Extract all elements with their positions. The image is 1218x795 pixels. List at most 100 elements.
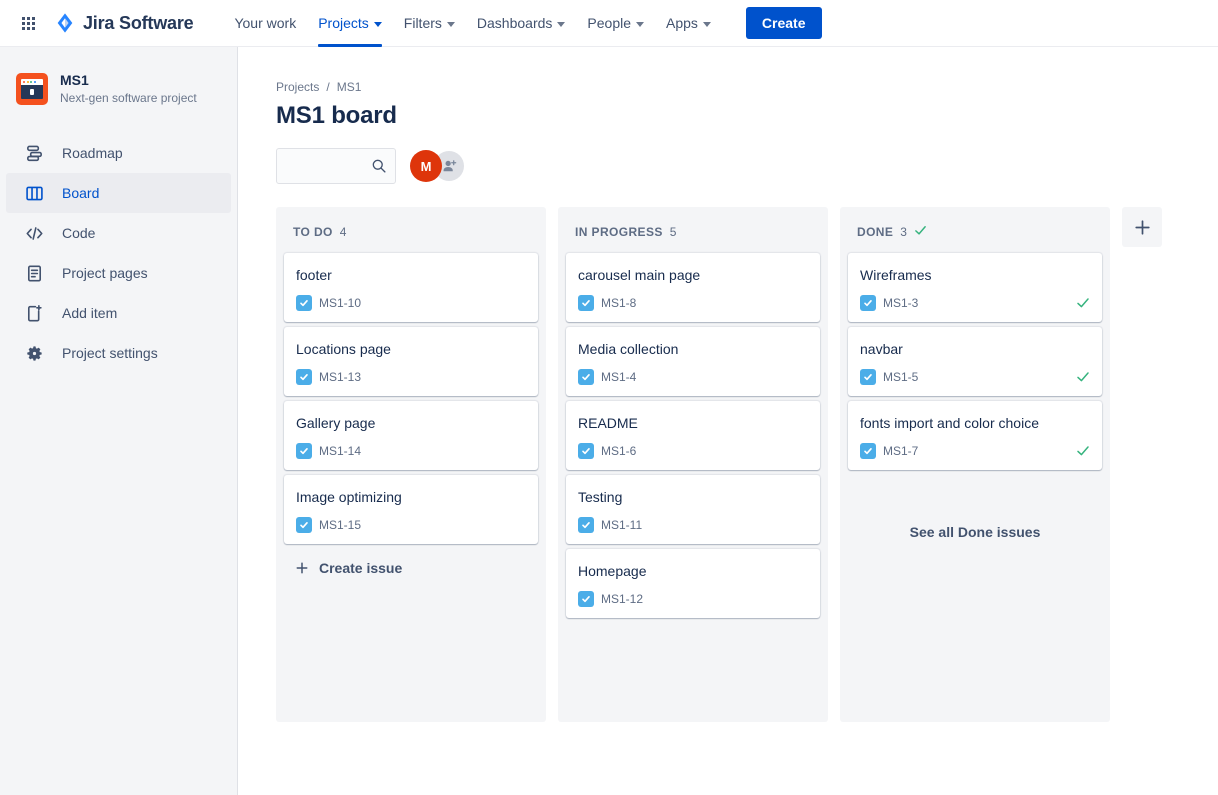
see-all-done-issues-link[interactable]: See all Done issues bbox=[848, 470, 1102, 540]
nav-item-filters[interactable]: Filters bbox=[393, 0, 466, 47]
add-item-icon bbox=[22, 301, 46, 325]
issue-title: fonts import and color choice bbox=[860, 415, 1039, 431]
issue-card-footer: MS1-7 bbox=[860, 443, 1090, 459]
breadcrumb-current-project-link[interactable]: MS1 bbox=[337, 80, 362, 94]
issue-title: README bbox=[578, 415, 638, 431]
issue-key: MS1-10 bbox=[319, 296, 362, 310]
issue-card-footer: MS1-11 bbox=[578, 517, 808, 533]
breadcrumb-projects-link[interactable]: Projects bbox=[276, 80, 319, 94]
issue-card-footer: MS1-12 bbox=[578, 591, 808, 607]
sidebar-item-add-item[interactable]: Add item bbox=[6, 293, 231, 333]
create-issue-button[interactable]: Create issue bbox=[284, 549, 538, 587]
column-cards: carousel main page MS1-8 Media collectio… bbox=[566, 253, 820, 618]
jira-brand-home-link[interactable]: Jira Software bbox=[54, 12, 194, 34]
nav-item-projects[interactable]: Projects bbox=[307, 0, 393, 47]
issue-title: Media collection bbox=[578, 341, 679, 357]
issue-title: navbar bbox=[860, 341, 903, 357]
nav-item-people[interactable]: People bbox=[576, 0, 655, 47]
issue-card[interactable]: Media collection MS1-4 bbox=[566, 327, 820, 396]
search-input[interactable] bbox=[277, 149, 395, 183]
board-icon bbox=[22, 181, 46, 205]
issue-key-group: MS1-13 bbox=[296, 369, 361, 385]
add-column-button[interactable] bbox=[1122, 207, 1162, 247]
issue-card[interactable]: carousel main page MS1-8 bbox=[566, 253, 820, 322]
sidebar-item-label: Project settings bbox=[62, 345, 158, 361]
issue-card[interactable]: fonts import and color choice MS1-7 bbox=[848, 401, 1102, 470]
issue-card[interactable]: Homepage MS1-12 bbox=[566, 549, 820, 618]
column-name: TO DO bbox=[293, 225, 333, 239]
issue-key-group: MS1-7 bbox=[860, 443, 918, 459]
task-icon bbox=[578, 295, 594, 311]
project-sidebar: MS1 Next-gen software project Roadmap Bo… bbox=[0, 47, 238, 795]
issue-key-group: MS1-4 bbox=[578, 369, 636, 385]
task-icon bbox=[296, 369, 312, 385]
search-field-wrapper[interactable] bbox=[276, 148, 396, 184]
sidebar-project-meta: MS1 Next-gen software project bbox=[60, 71, 197, 107]
create-issue-label: Create issue bbox=[319, 560, 403, 576]
issue-card-footer: MS1-15 bbox=[296, 517, 526, 533]
column-header[interactable]: TO DO 4 bbox=[284, 217, 538, 247]
avatar[interactable]: M bbox=[410, 150, 442, 182]
issue-card[interactable]: Testing MS1-11 bbox=[566, 475, 820, 544]
code-icon bbox=[22, 221, 46, 245]
issue-card[interactable]: README MS1-6 bbox=[566, 401, 820, 470]
nav-label: People bbox=[587, 15, 631, 31]
app-grid-icon[interactable] bbox=[12, 7, 44, 39]
issue-card[interactable]: footer MS1-10 bbox=[284, 253, 538, 322]
sidebar-item-code[interactable]: Code bbox=[6, 213, 231, 253]
task-icon bbox=[578, 443, 594, 459]
issue-key-group: MS1-15 bbox=[296, 517, 361, 533]
column-name: IN PROGRESS bbox=[575, 225, 663, 239]
task-icon bbox=[578, 369, 594, 385]
top-navigation-bar: Jira Software Your work Projects Filters… bbox=[0, 0, 1218, 47]
task-icon bbox=[296, 295, 312, 311]
nav-item-apps[interactable]: Apps bbox=[655, 0, 722, 47]
issue-card[interactable]: Gallery page MS1-14 bbox=[284, 401, 538, 470]
nav-label: Dashboards bbox=[476, 15, 553, 31]
issue-card[interactable]: Locations page MS1-13 bbox=[284, 327, 538, 396]
chevron-down-icon bbox=[557, 21, 566, 27]
issue-title: Wireframes bbox=[860, 267, 932, 283]
sidebar-nav-list: Roadmap Board Code Project pages Add ite… bbox=[0, 133, 237, 373]
nav-label: Apps bbox=[666, 15, 698, 31]
issue-key: MS1-13 bbox=[319, 370, 362, 384]
plus-icon bbox=[296, 562, 308, 574]
sidebar-item-project-settings[interactable]: Project settings bbox=[6, 333, 231, 373]
sidebar-item-board[interactable]: Board bbox=[6, 173, 231, 213]
issue-card[interactable]: Wireframes MS1-3 bbox=[848, 253, 1102, 322]
task-icon bbox=[860, 369, 876, 385]
issue-key: MS1-15 bbox=[319, 518, 362, 532]
create-button[interactable]: Create bbox=[745, 7, 822, 39]
column-count: 3 bbox=[900, 225, 907, 239]
column-header[interactable]: DONE 3 bbox=[848, 217, 1102, 247]
sidebar-item-label: Board bbox=[62, 185, 100, 201]
roadmap-icon bbox=[22, 141, 46, 165]
issue-done-check-icon bbox=[1076, 444, 1090, 458]
sidebar-project-header[interactable]: MS1 Next-gen software project bbox=[0, 47, 237, 111]
board-column-done: DONE 3 Wireframes MS1-3 navbar MS1-5 fon… bbox=[840, 207, 1110, 722]
issue-card-footer: MS1-4 bbox=[578, 369, 808, 385]
issue-title: footer bbox=[296, 267, 332, 283]
issue-key: MS1-8 bbox=[601, 296, 637, 310]
issue-card-footer: MS1-8 bbox=[578, 295, 808, 311]
nav-label: Your work bbox=[234, 15, 297, 31]
issue-done-check-icon bbox=[1076, 370, 1090, 384]
brand-title: Jira Software bbox=[83, 12, 194, 33]
column-name: DONE bbox=[857, 225, 894, 239]
issue-key: MS1-4 bbox=[601, 370, 637, 384]
issue-key-group: MS1-10 bbox=[296, 295, 361, 311]
issue-card-footer: MS1-13 bbox=[296, 369, 526, 385]
sidebar-item-project-pages[interactable]: Project pages bbox=[6, 253, 231, 293]
chevron-down-icon bbox=[636, 21, 644, 27]
sidebar-item-roadmap[interactable]: Roadmap bbox=[6, 133, 231, 173]
board-column-todo: TO DO 4 footer MS1-10 Locations page MS1… bbox=[276, 207, 546, 722]
column-count: 5 bbox=[669, 225, 677, 239]
column-header[interactable]: IN PROGRESS 5 bbox=[566, 217, 820, 247]
issue-card[interactable]: Image optimizing MS1-15 bbox=[284, 475, 538, 544]
sidebar-item-label: Project pages bbox=[62, 265, 148, 281]
nav-item-dashboards[interactable]: Dashboards bbox=[466, 0, 577, 47]
sidebar-item-label: Add item bbox=[62, 305, 118, 321]
chevron-down-icon bbox=[702, 21, 711, 27]
nav-item-your-work[interactable]: Your work bbox=[223, 0, 307, 47]
issue-card[interactable]: navbar MS1-5 bbox=[848, 327, 1102, 396]
